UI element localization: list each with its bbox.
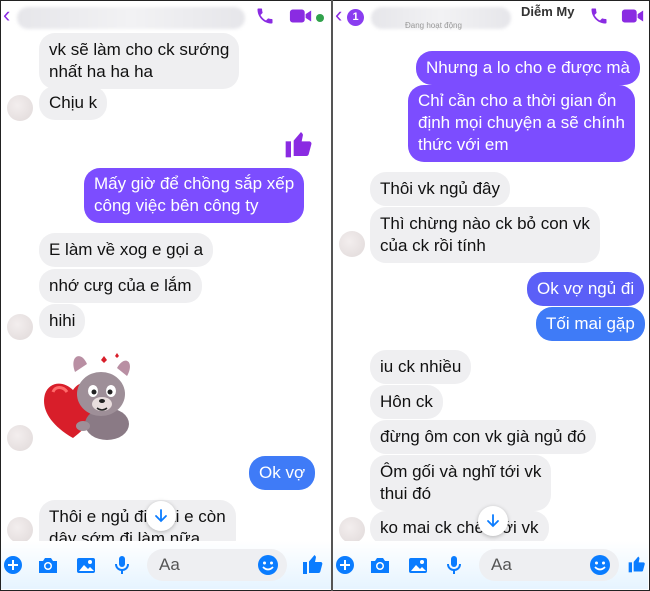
video-icon[interactable]: [621, 6, 645, 26]
phone-icon[interactable]: [589, 6, 609, 26]
message-input-placeholder: Aa: [491, 555, 512, 574]
video-icon[interactable]: [289, 6, 313, 26]
message-composer: Aa: [1, 541, 331, 589]
message-incoming[interactable]: Thì chừng nào ck bỏ con vk của ck rồi tí…: [370, 207, 600, 263]
chat-header: ‹: [1, 1, 331, 31]
message-outgoing[interactable]: Tối mai gặp: [536, 307, 645, 341]
scroll-to-bottom-button[interactable]: [478, 506, 508, 536]
plus-circle-icon[interactable]: [335, 555, 355, 575]
message-outgoing[interactable]: Chỉ cần cho a thời gian ổn định mọi chuy…: [408, 85, 635, 162]
contact-name[interactable]: Diễm My: [521, 4, 574, 19]
plus-circle-icon[interactable]: [3, 555, 23, 575]
dog-with-heart-sticker[interactable]: [39, 346, 139, 446]
arrow-down-icon: [155, 509, 167, 523]
message-incoming[interactable]: E làm về xog e gọi a: [39, 233, 214, 267]
message-input[interactable]: Aa: [147, 549, 287, 581]
message-incoming[interactable]: đừng ôm con vk già ngủ đó: [370, 420, 597, 454]
blurred-contact-name: [17, 7, 245, 29]
message-incoming[interactable]: iu ck nhiều: [370, 350, 472, 384]
message-incoming[interactable]: Hôn ck: [370, 385, 443, 419]
contact-avatar[interactable]: [7, 95, 33, 121]
message-composer: Aa: [333, 541, 648, 589]
message-incoming[interactable]: Ôm gối và nghĩ tới vk thui đó: [370, 455, 552, 511]
message-outgoing[interactable]: Ok vợ: [249, 456, 316, 490]
contact-avatar[interactable]: [339, 231, 365, 257]
thumbs-up-icon[interactable]: [301, 552, 325, 576]
gallery-icon[interactable]: [407, 555, 429, 575]
message-incoming[interactable]: Thôi vk ngủ đây: [370, 172, 511, 206]
online-status-icon: [316, 14, 324, 22]
right-chat-panel: ‹ 1 Diễm My Đang hoạt động Nhưng a lo ch…: [333, 1, 648, 589]
camera-icon[interactable]: [369, 555, 391, 575]
emoji-icon[interactable]: [257, 554, 279, 576]
scroll-to-bottom-button[interactable]: [146, 501, 176, 531]
gallery-icon[interactable]: [75, 555, 97, 575]
message-incoming[interactable]: hihi: [39, 304, 86, 338]
contact-avatar[interactable]: [7, 425, 33, 451]
microphone-icon[interactable]: [113, 555, 131, 575]
left-chat-panel: ‹ vk sẽ làm cho ck sướng nhất ha ha ha C…: [1, 1, 331, 589]
message-outgoing[interactable]: Nhưng a lo cho e được mà: [416, 51, 641, 85]
message-input[interactable]: Aa: [479, 549, 619, 581]
contact-status: Đang hoạt động: [405, 21, 462, 30]
thumbs-up-icon: [285, 132, 312, 158]
message-outgoing[interactable]: Ok vợ ngủ đi: [527, 272, 645, 306]
camera-icon[interactable]: [37, 555, 59, 575]
chevron-left-icon[interactable]: ‹: [335, 4, 342, 26]
chevron-left-icon[interactable]: ‹: [3, 4, 10, 26]
arrow-down-icon: [487, 514, 499, 528]
microphone-icon[interactable]: [445, 555, 463, 575]
message-incoming[interactable]: vk sẽ làm cho ck sướng nhất ha ha ha: [39, 33, 240, 89]
message-incoming[interactable]: Chịu k: [39, 86, 108, 120]
contact-avatar[interactable]: [339, 517, 365, 543]
message-incoming[interactable]: ko mai ck chết với vk: [370, 511, 549, 545]
message-input-placeholder: Aa: [159, 555, 180, 574]
contact-avatar[interactable]: [7, 314, 33, 340]
unread-badge[interactable]: 1: [347, 9, 364, 26]
message-outgoing[interactable]: Mấy giờ để chồng sắp xếp công việc bên c…: [84, 168, 305, 223]
chat-header: ‹ 1 Diễm My Đang hoạt động: [333, 1, 648, 31]
thumbs-up-icon[interactable]: [627, 552, 647, 576]
message-incoming[interactable]: nhớ cưg của e lắm: [39, 269, 202, 303]
emoji-icon[interactable]: [589, 554, 611, 576]
contact-avatar[interactable]: [7, 517, 33, 543]
phone-icon[interactable]: [255, 6, 275, 26]
